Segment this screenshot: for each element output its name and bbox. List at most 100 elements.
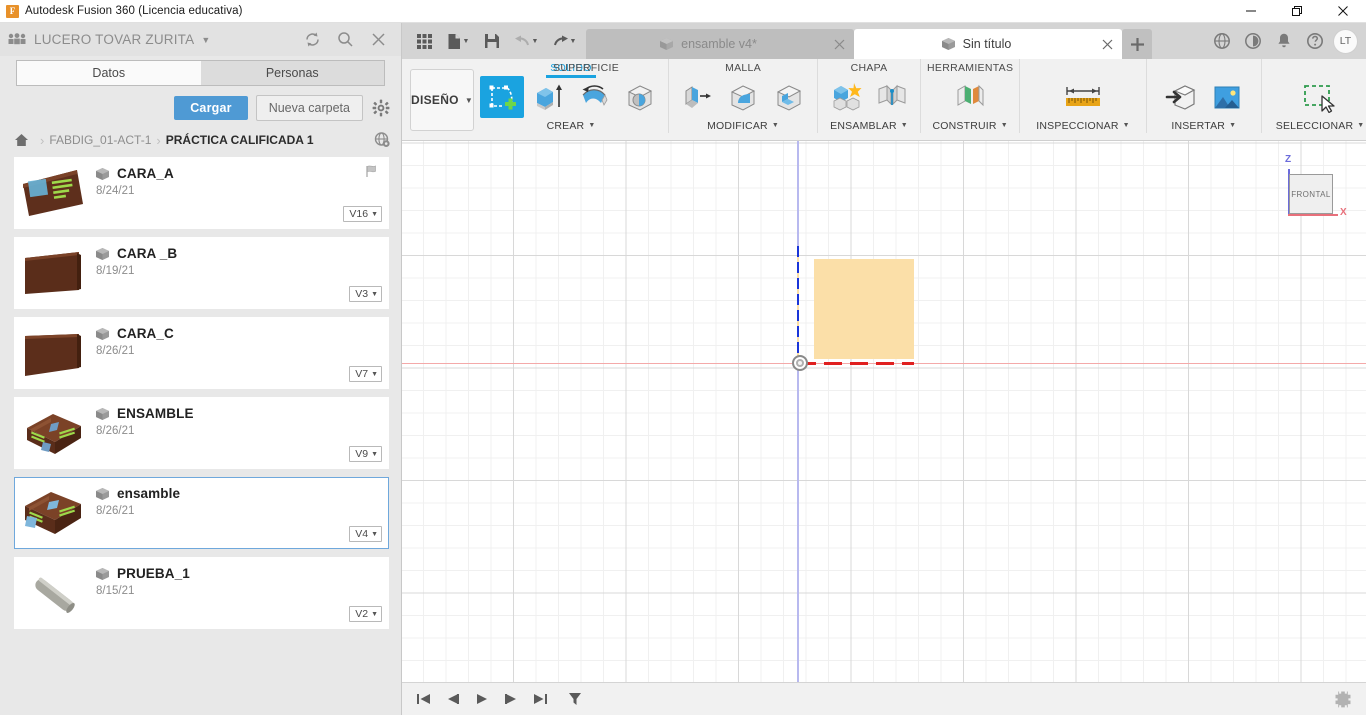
ribbon-tab-chapa[interactable]: CHAPA	[851, 59, 888, 76]
list-item[interactable]: CARA_A 8/24/21 V16 ▼	[14, 157, 389, 229]
document-tab-sin-titulo[interactable]: Sin título	[854, 29, 1122, 59]
document-tab-ensamble[interactable]: ensamble v4*	[586, 29, 854, 59]
press-pull-icon[interactable]	[675, 76, 719, 118]
data-panel: LUCERO TOVAR ZURITA ▼ Datos Personas Car…	[0, 23, 402, 715]
user-avatar[interactable]: LT	[1333, 28, 1358, 54]
job-status-icon[interactable]	[1240, 28, 1266, 54]
view-cube[interactable]: Z X FRONTAL	[1268, 151, 1348, 223]
measure-icon[interactable]	[1053, 76, 1113, 118]
timeline-settings-icon[interactable]	[1334, 690, 1366, 708]
insert-image-icon[interactable]	[1205, 76, 1249, 118]
ribbon-group-label-modificar[interactable]: MODIFICAR ▼	[707, 118, 779, 133]
file-name: ENSAMBLE	[117, 406, 194, 421]
restore-button[interactable]	[1274, 0, 1320, 23]
fillet-icon[interactable]	[721, 76, 765, 118]
selection-marquee-icon[interactable]	[1294, 76, 1346, 118]
ribbon-group-label-construir[interactable]: CONSTRUIR ▼	[932, 118, 1007, 133]
ribbon-group-label-crear[interactable]: CREAR ▼	[547, 118, 596, 133]
group-label-text: INSPECCIONAR	[1036, 119, 1119, 132]
close-button[interactable]	[1320, 0, 1366, 23]
globe-share-icon[interactable]	[1209, 28, 1235, 54]
minimize-button[interactable]	[1228, 0, 1274, 23]
breadcrumb-item-1[interactable]: PRÁCTICA CALIFICADA 1	[166, 133, 314, 147]
save-button[interactable]	[478, 26, 506, 56]
new-file-button[interactable]: ▼	[440, 26, 476, 56]
insert-derive-icon[interactable]	[1159, 76, 1203, 118]
list-item[interactable]: ENSAMBLE 8/26/21 V9 ▼	[14, 397, 389, 469]
chevron-down-icon[interactable]: ▼	[532, 38, 539, 45]
new-component-icon[interactable]	[824, 76, 868, 118]
ribbon-group-label-insertar[interactable]: INSERTAR ▼	[1171, 118, 1236, 133]
list-item[interactable]: PRUEBA_1 8/15/21 V2 ▼	[14, 557, 389, 629]
workspace-switcher[interactable]: DISEÑO ▼	[410, 69, 475, 131]
go-to-beginning-icon[interactable]	[414, 689, 434, 709]
chevron-down-icon[interactable]: ▼	[463, 38, 470, 45]
ribbon-tab-malla[interactable]: MALLA	[725, 59, 761, 76]
ribbon-group-label-inspeccionar[interactable]: INSPECCIONAR ▼	[1036, 118, 1129, 133]
version-selector[interactable]: V7 ▼	[349, 366, 382, 382]
chevron-down-icon[interactable]: ▼	[570, 38, 577, 45]
list-item-selected[interactable]: ensamble 8/26/21 V4 ▼	[14, 477, 389, 549]
gear-icon[interactable]	[371, 98, 391, 118]
joint-icon[interactable]	[870, 76, 914, 118]
list-item[interactable]: CARA_C 8/26/21 V7 ▼	[14, 317, 389, 389]
cube-icon	[95, 567, 110, 581]
file-info: ensamble 8/26/21 V4 ▼	[91, 478, 388, 548]
people-icon	[8, 33, 26, 46]
fusion-logo-icon: F	[6, 4, 19, 18]
upload-button[interactable]: Cargar	[174, 96, 248, 120]
version-selector[interactable]: V9 ▼	[349, 446, 382, 462]
version-selector[interactable]: V3 ▼	[349, 286, 382, 302]
step-back-icon[interactable]	[443, 689, 463, 709]
design-canvas[interactable]: Z X FRONTAL	[402, 141, 1366, 715]
breadcrumb-item-0[interactable]: FABDIG_01-ACT-1	[49, 133, 151, 147]
new-folder-button[interactable]: Nueva carpeta	[255, 95, 363, 121]
flag-icon[interactable]	[365, 164, 380, 183]
tab-datos[interactable]: Datos	[16, 60, 201, 86]
search-icon[interactable]	[336, 30, 355, 49]
ribbon-tab-superficie[interactable]: SUPERFICIE	[553, 59, 619, 76]
chevron-down-icon[interactable]: ▼	[201, 35, 210, 45]
revolve-icon[interactable]	[572, 76, 616, 118]
group-label-text: CREAR	[546, 119, 585, 132]
close-icon[interactable]	[369, 30, 388, 49]
version-selector[interactable]: V4 ▼	[349, 526, 382, 542]
version-selector[interactable]: V2 ▼	[349, 606, 382, 622]
list-item[interactable]: CARA _B 8/19/21 V3 ▼	[14, 237, 389, 309]
globe-eye-icon[interactable]	[374, 132, 391, 148]
redo-button[interactable]: ▼	[546, 26, 582, 56]
ribbon-group-label-ensamblar[interactable]: ENSAMBLAR ▼	[830, 118, 908, 133]
new-tab-button[interactable]	[1122, 29, 1152, 59]
ribbon-groups: SOLIDO CREAR ▼ SUPERFICIE MALLA MODIFICA…	[474, 59, 1366, 141]
notifications-bell-icon[interactable]	[1271, 28, 1297, 54]
team-name[interactable]: LUCERO TOVAR ZURITA	[34, 32, 194, 47]
undo-button[interactable]: ▼	[508, 26, 544, 56]
file-date: 8/26/21	[96, 345, 135, 357]
extrude-icon[interactable]	[526, 76, 570, 118]
sketch-origin-point[interactable]	[792, 355, 808, 371]
file-name: CARA_C	[117, 326, 174, 341]
ribbon-group-label-seleccionar[interactable]: SELECCIONAR ▼	[1276, 118, 1365, 133]
hole-icon[interactable]	[618, 76, 662, 118]
shell-icon[interactable]	[767, 76, 811, 118]
offset-plane-icon[interactable]	[948, 76, 992, 118]
close-icon[interactable]	[830, 39, 848, 50]
refresh-icon[interactable]	[303, 30, 322, 49]
go-to-end-icon[interactable]	[530, 689, 550, 709]
close-icon[interactable]	[1098, 39, 1116, 50]
ribbon-group-modificar: SUPERFICIE MALLA MODIFICAR ▼	[553, 59, 819, 133]
create-sketch-icon[interactable]	[480, 76, 525, 118]
step-forward-icon[interactable]	[501, 689, 521, 709]
home-icon[interactable]	[14, 133, 29, 147]
app-grid-icon[interactable]	[410, 26, 438, 56]
sketch-profile-rectangle[interactable]	[814, 259, 914, 359]
ribbon-tab-herramientas[interactable]: HERRAMIENTAS	[927, 59, 1013, 76]
data-panel-actions: Cargar Nueva carpeta	[0, 89, 401, 127]
tab-personas[interactable]: Personas	[200, 60, 385, 86]
viewcube-front-face[interactable]: FRONTAL	[1289, 174, 1333, 214]
play-forward-icon[interactable]	[472, 689, 492, 709]
help-icon[interactable]	[1302, 28, 1328, 54]
filter-icon[interactable]	[565, 689, 585, 709]
file-list[interactable]: CARA_A 8/24/21 V16 ▼ CARA _B 8/19/21 V3 …	[0, 153, 401, 715]
version-selector[interactable]: V16 ▼	[343, 206, 382, 222]
